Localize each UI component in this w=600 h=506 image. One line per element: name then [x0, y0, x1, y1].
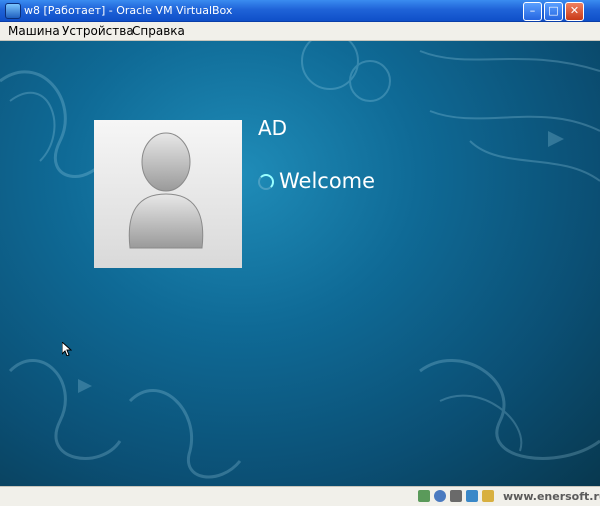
mouse-cursor-icon: [62, 342, 72, 356]
user-silhouette-icon: [128, 132, 204, 249]
minimize-button[interactable]: –: [523, 2, 542, 21]
loading-spinner-icon: [258, 174, 274, 190]
user-name: AD: [258, 116, 288, 140]
menu-help[interactable]: Справка: [132, 24, 185, 38]
network-icon[interactable]: [466, 490, 478, 502]
menu-bar: Машина Устройства Справка: [0, 22, 600, 41]
watermark: www.enersoft.ru: [503, 490, 600, 503]
usb-icon[interactable]: [450, 490, 462, 502]
shared-folders-icon[interactable]: [482, 490, 494, 502]
title-bar[interactable]: w8 [Работает] - Oracle VM VirtualBox – □…: [0, 0, 600, 22]
guest-screen[interactable]: AD Welcome: [0, 41, 600, 486]
status-bar: www.enersoft.ru: [0, 486, 600, 506]
background-decoration-top: [0, 41, 600, 479]
maximize-button[interactable]: □: [544, 2, 563, 21]
close-button[interactable]: ✕: [565, 2, 584, 21]
window-title: w8 [Работает] - Oracle VM VirtualBox: [24, 4, 233, 17]
hard-disk-icon[interactable]: [418, 490, 430, 502]
virtualbox-icon: [5, 3, 21, 19]
cd-icon[interactable]: [434, 490, 446, 502]
menu-machine[interactable]: Машина: [8, 24, 60, 38]
menu-devices[interactable]: Устройства: [62, 24, 134, 38]
user-avatar[interactable]: [94, 120, 242, 268]
welcome-status: Welcome: [279, 169, 376, 193]
